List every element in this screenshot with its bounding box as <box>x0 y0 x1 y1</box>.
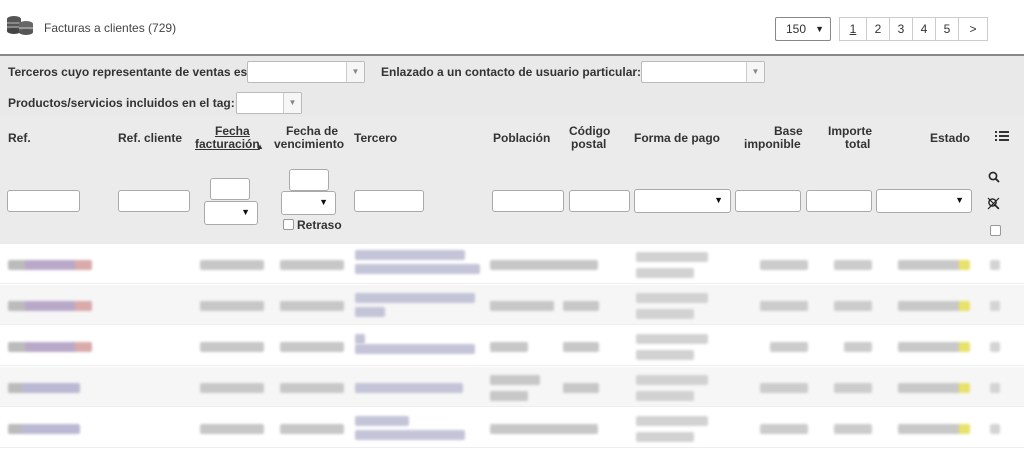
invoice-stack-icon <box>7 16 33 35</box>
col-town[interactable]: Población <box>493 132 550 145</box>
search-total-input[interactable] <box>806 190 872 212</box>
chevron-down-icon: ▼ <box>714 195 723 205</box>
table-row[interactable] <box>0 285 1024 325</box>
page-size-value: 150 <box>786 22 807 36</box>
table-row[interactable] <box>0 326 1024 366</box>
search-status-select[interactable]: ▼ <box>876 189 972 213</box>
search-base-input[interactable] <box>735 190 801 212</box>
col-ref[interactable]: Ref. <box>8 132 31 145</box>
search-invoice-day-input[interactable] <box>210 178 250 200</box>
page-link-4[interactable]: 4 <box>912 17 936 41</box>
chevron-down-icon: ▼ <box>241 207 250 217</box>
next-page-button[interactable]: > <box>958 17 988 41</box>
search-zip-input[interactable] <box>569 190 630 212</box>
chevron-down-icon: ▼ <box>283 93 301 113</box>
page-title: Facturas a clientes (729) <box>44 21 177 35</box>
table-row[interactable] <box>0 408 1024 448</box>
table-row[interactable] <box>0 244 1024 284</box>
col-total-line2[interactable]: total <box>845 138 870 151</box>
sales-rep-filter-label: Terceros cuyo representante de ventas es… <box>8 65 252 79</box>
filter-box: Terceros cuyo representante de ventas es… <box>0 54 1024 116</box>
late-checkbox-label: Retraso <box>297 218 342 232</box>
search-payment-select[interactable]: ▼ <box>634 189 731 213</box>
late-checkbox[interactable] <box>283 219 294 230</box>
col-payment[interactable]: Forma de pago <box>634 132 720 145</box>
sales-rep-select[interactable]: ▼ <box>247 61 365 83</box>
contact-select[interactable]: ▼ <box>641 61 765 83</box>
search-due-month-select[interactable]: ▼ <box>281 191 336 215</box>
search-invoice-month-select[interactable]: ▼ <box>204 201 258 225</box>
search-thirdparty-input[interactable] <box>354 190 424 212</box>
search-filter-row: ▼ ▼ Retraso ▼ ▼ <box>0 160 1024 244</box>
page-link-1[interactable]: 1 <box>839 17 867 41</box>
chevron-down-icon: ▼ <box>746 62 764 82</box>
page-link-3[interactable]: 3 <box>889 17 913 41</box>
select-all-checkbox[interactable] <box>990 225 1001 236</box>
chevron-down-icon: ▼ <box>815 24 824 34</box>
clear-search-icon[interactable] <box>987 197 1000 210</box>
column-selector-icon[interactable] <box>995 130 1009 142</box>
chevron-down-icon: ▼ <box>955 195 964 205</box>
col-ref-client[interactable]: Ref. cliente <box>118 132 182 145</box>
page-size-select[interactable]: 150 ▼ <box>775 17 831 41</box>
search-icon[interactable] <box>988 171 1000 183</box>
contact-filter-label: Enlazado a un contacto de usuario partic… <box>381 65 642 79</box>
pagination: 1 2 3 4 5 > <box>839 17 988 41</box>
chevron-down-icon: ▼ <box>346 62 364 82</box>
page-link-5[interactable]: 5 <box>935 17 959 41</box>
sort-asc-icon: ▲ <box>256 142 264 151</box>
col-thirdparty[interactable]: Tercero <box>354 132 397 145</box>
col-base-line2[interactable]: imponible <box>744 138 801 151</box>
list-header: Facturas a clientes (729) 150 ▼ 1 2 3 4 … <box>0 0 1024 54</box>
col-date-invoice-line2[interactable]: facturación <box>195 138 260 151</box>
table-row[interactable] <box>0 367 1024 407</box>
search-town-input[interactable] <box>492 190 564 212</box>
search-ref-input[interactable] <box>7 190 80 212</box>
search-ref-client-input[interactable] <box>118 190 190 212</box>
tag-select[interactable]: ▼ <box>236 92 302 114</box>
tag-filter-label: Productos/servicios incluidos en el tag: <box>8 96 235 110</box>
search-due-day-input[interactable] <box>289 169 329 191</box>
page-link-2[interactable]: 2 <box>866 17 890 41</box>
col-status[interactable]: Estado <box>930 132 970 145</box>
col-zip-line2[interactable]: postal <box>571 138 606 151</box>
col-due-date-line2[interactable]: vencimiento <box>274 138 344 151</box>
chevron-down-icon: ▼ <box>319 197 328 207</box>
table-header: Ref. Ref. cliente Fecha facturación ▲ Fe… <box>0 116 1024 160</box>
